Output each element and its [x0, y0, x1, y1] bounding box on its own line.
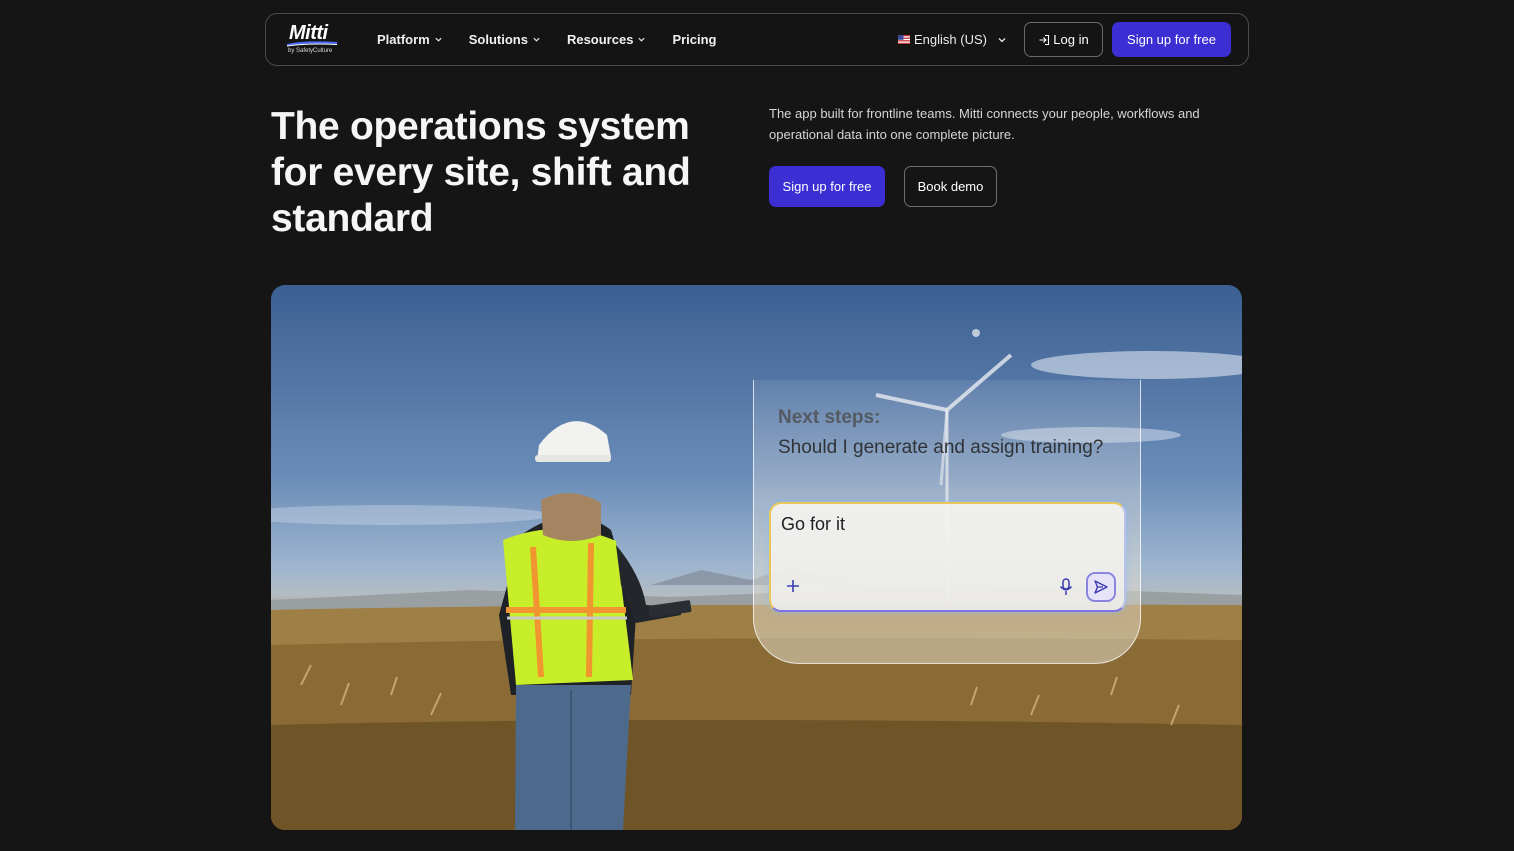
logo-swoosh	[286, 41, 338, 47]
us-flag-icon	[898, 35, 910, 44]
login-label: Log in	[1053, 32, 1089, 47]
language-selector[interactable]: English (US)	[898, 14, 1007, 65]
microphone-icon[interactable]	[1058, 578, 1074, 596]
chevron-down-icon	[533, 37, 540, 42]
logo-subtext: by SafetyCulture	[288, 48, 333, 54]
chat-input-value: Go for it	[781, 514, 846, 534]
hero-description: The app built for frontline teams. Mitti…	[769, 106, 1200, 142]
book-demo-button[interactable]: Book demo	[904, 166, 997, 207]
chevron-down-icon	[998, 37, 1006, 42]
chevron-down-icon	[435, 37, 442, 42]
plus-icon[interactable]	[785, 578, 801, 594]
hero-title: The operations system for every site, sh…	[271, 105, 691, 240]
top-navigation: Mitti by SafetyCulture Platform Solution…	[265, 13, 1249, 66]
nav-item-label: Solutions	[468, 32, 528, 47]
hero-video[interactable]: Next steps: Should I generate and assign…	[271, 285, 1242, 830]
nav-item-platform[interactable]: Platform	[377, 32, 443, 47]
ai-chat-card: Next steps: Should I generate and assign…	[753, 380, 1141, 664]
chat-input-box[interactable]: Go for it	[769, 502, 1126, 612]
nav-item-label: Resources	[566, 32, 634, 47]
nav-signup-label: Sign up for free	[1127, 32, 1216, 47]
nav-item-pricing[interactable]: Pricing	[672, 32, 716, 47]
send-button[interactable]	[1086, 572, 1116, 602]
hero-signup-label: Sign up for free	[782, 179, 872, 194]
login-arrow-icon	[1039, 34, 1050, 45]
chat-question: Should I generate and assign training?	[778, 437, 1104, 458]
nav-item-resources[interactable]: Resources	[567, 32, 646, 47]
nav-item-label: Pricing	[672, 32, 717, 47]
nav-signup-button[interactable]: Sign up for free	[1112, 22, 1231, 57]
language-label: English (US)	[914, 32, 987, 47]
nav-item-label: Platform	[377, 32, 430, 47]
nav-item-solutions[interactable]: Solutions	[469, 32, 541, 47]
hero-signup-button[interactable]: Sign up for free	[769, 166, 885, 207]
mitti-logo[interactable]: Mitti by SafetyCulture	[286, 22, 342, 58]
send-icon	[1094, 580, 1108, 594]
chat-heading: Next steps:	[778, 407, 881, 428]
chevron-down-icon	[638, 37, 646, 42]
book-demo-label: Book demo	[917, 179, 984, 194]
login-button[interactable]: Log in	[1024, 22, 1103, 57]
main-menu: Platform Solutions Resources Pricing	[377, 14, 743, 65]
